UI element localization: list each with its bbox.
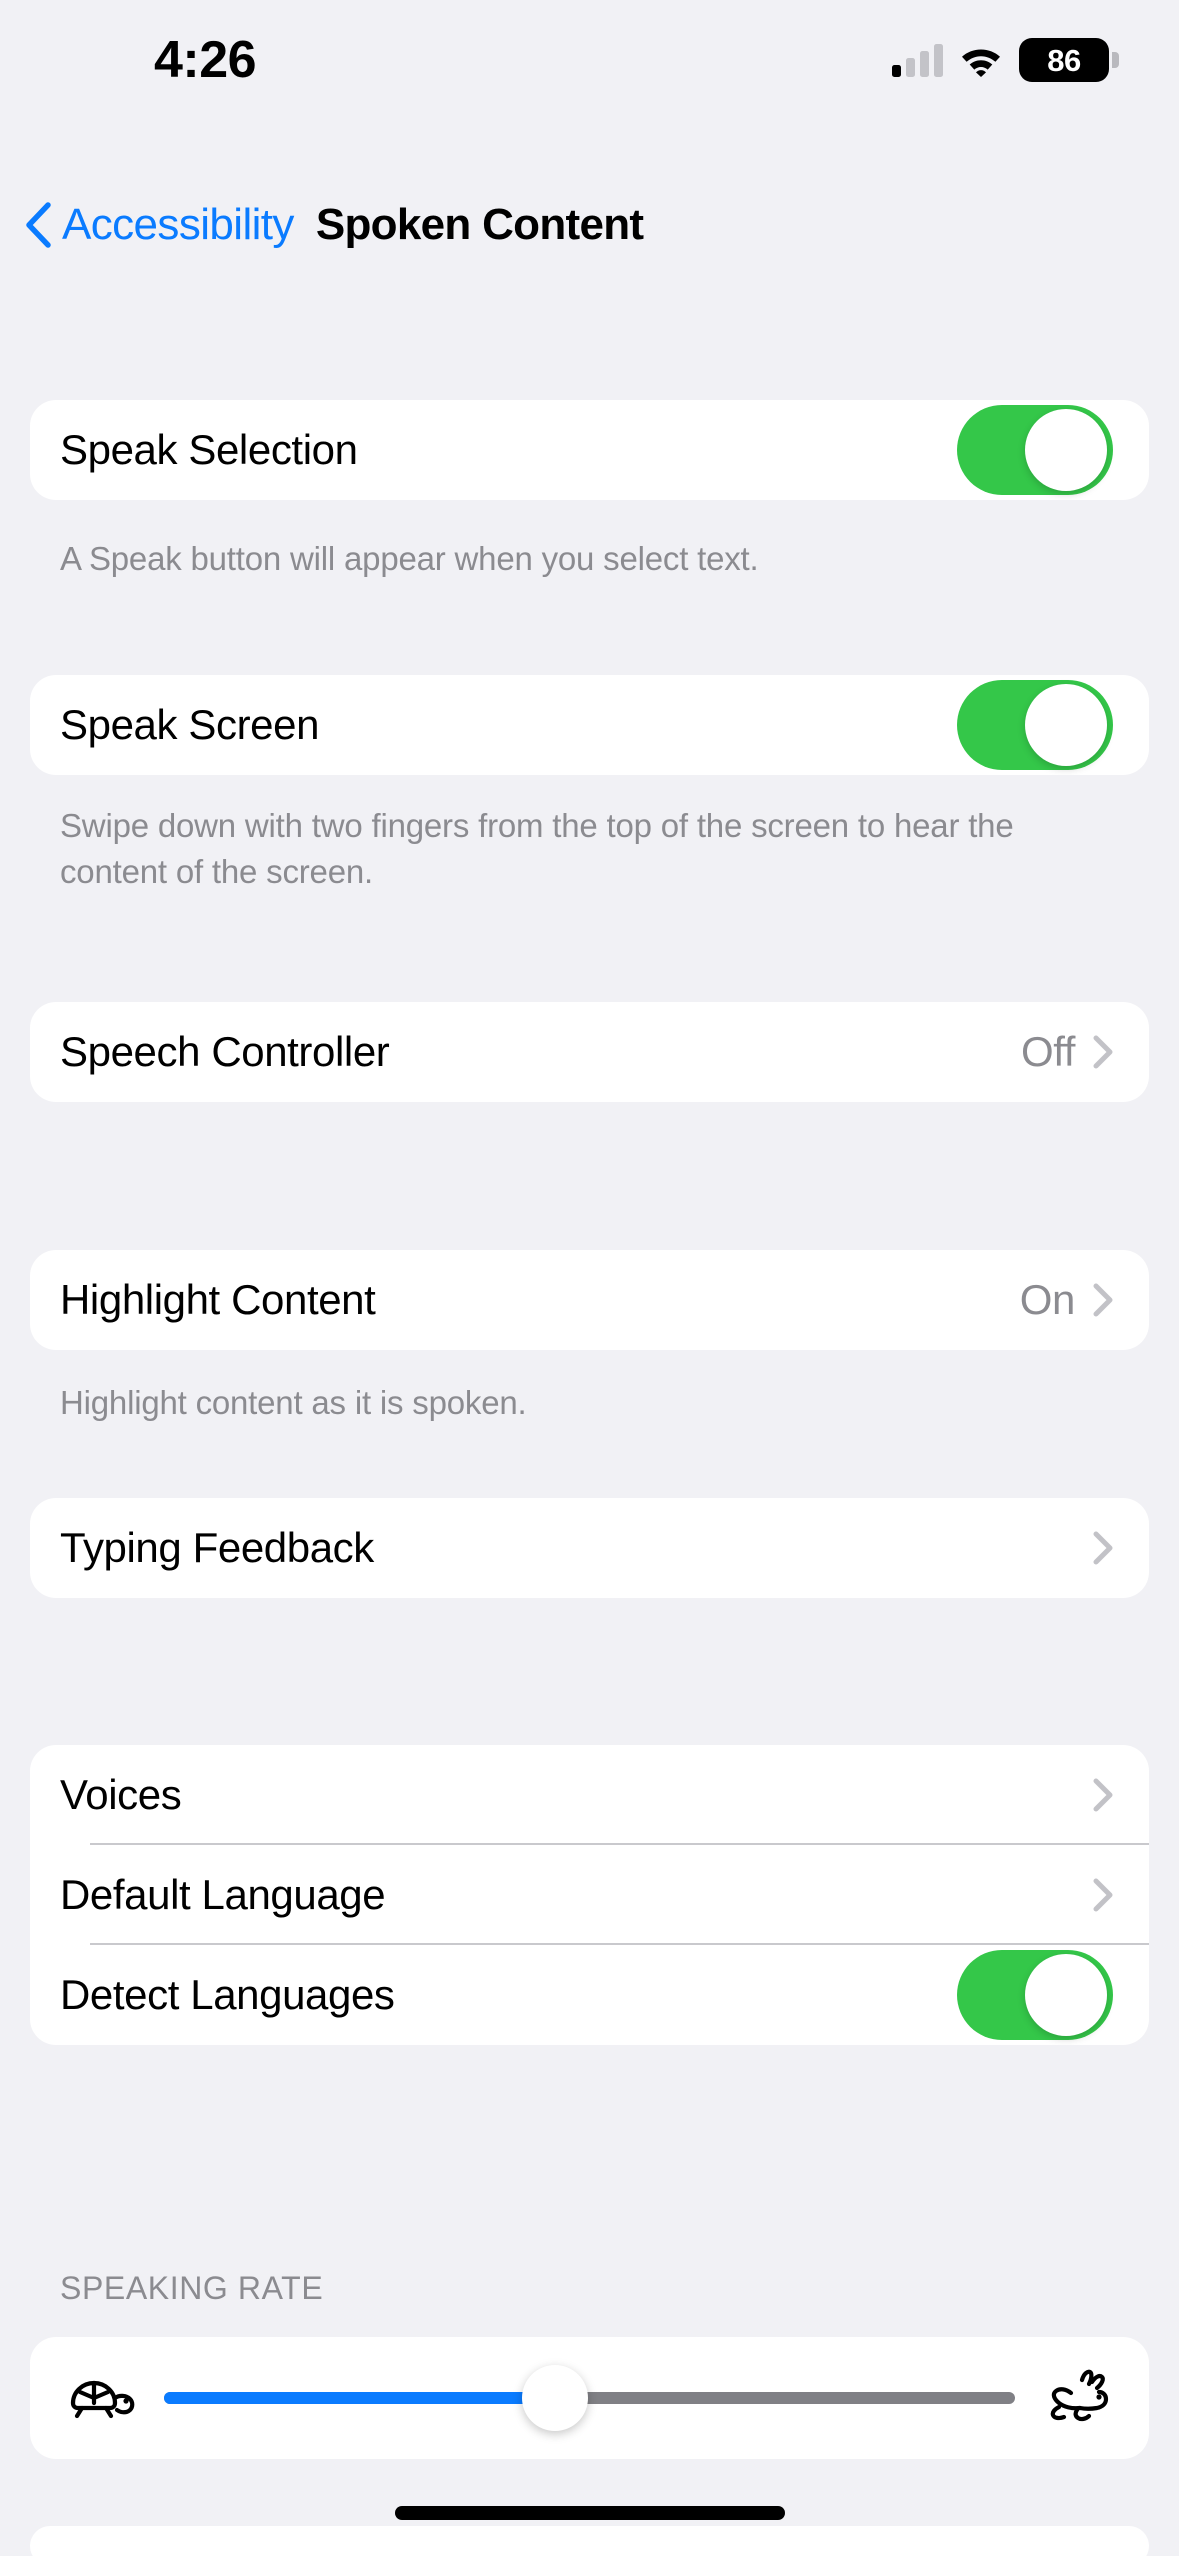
toggle-knob	[1025, 684, 1107, 766]
status-time: 4:26	[153, 31, 257, 89]
section-speech-controller: Speech Controller Off	[30, 1002, 1149, 1102]
back-button[interactable]: Accessibility	[24, 200, 294, 250]
chevron-right-icon	[1093, 1778, 1113, 1812]
status-bar: 4:26 86	[0, 0, 1179, 150]
chevron-right-icon	[1093, 1035, 1113, 1069]
section-speaking-rate	[30, 2337, 1149, 2459]
row-speak-selection[interactable]: Speak Selection	[30, 400, 1149, 500]
row-highlight-content[interactable]: Highlight Content On	[30, 1250, 1149, 1350]
row-label: Speak Selection	[60, 426, 358, 473]
row-detect-languages[interactable]: Detect Languages	[30, 1945, 1149, 2045]
section-speak-selection: Speak Selection	[30, 400, 1149, 500]
slider-knob[interactable]	[522, 2365, 589, 2431]
chevron-right-icon	[1093, 1283, 1113, 1317]
next-section-peek	[30, 2526, 1149, 2556]
rabbit-icon	[1050, 2369, 1109, 2422]
speaking-rate-header: SPEAKING RATE	[60, 2270, 324, 2306]
section-voices: Voices Default Language Detect Languages	[30, 1745, 1149, 2045]
page-title: Spoken Content	[315, 200, 644, 249]
row-label: Detect Languages	[60, 1971, 395, 2018]
section-speak-screen: Speak Screen	[30, 675, 1149, 775]
section-typing-feedback: Typing Feedback	[30, 1498, 1149, 1598]
row-label: Speak Screen	[60, 701, 320, 748]
cellular-bars-icon	[892, 43, 943, 77]
iphone-screen: 4:26 86 Accessibility Spoken Content Spe…	[0, 0, 1179, 2556]
wifi-icon	[962, 49, 1000, 77]
row-speech-controller[interactable]: Speech Controller Off	[30, 1002, 1149, 1102]
row-speak-screen[interactable]: Speak Screen	[30, 675, 1149, 775]
chevron-left-icon	[26, 202, 51, 248]
row-typing-feedback[interactable]: Typing Feedback	[30, 1498, 1149, 1598]
footer-highlight-content: Highlight content as it is spoken.	[60, 1384, 527, 1421]
row-label: Highlight Content	[60, 1276, 376, 1323]
row-value: On	[1019, 1276, 1076, 1323]
toggle-speak-selection[interactable]	[957, 405, 1113, 495]
row-voices[interactable]: Voices	[30, 1745, 1149, 1845]
speaking-rate-slider-row	[30, 2337, 1149, 2459]
back-button-label: Accessibility	[62, 200, 294, 249]
battery-icon: 86	[1019, 38, 1119, 82]
toggle-speak-screen[interactable]	[957, 680, 1113, 770]
row-label: Speech Controller	[60, 1028, 390, 1075]
row-default-language[interactable]: Default Language	[30, 1845, 1149, 1945]
footer-speak-screen: Swipe down with two fingers from the top…	[60, 807, 1014, 890]
section-highlight-content: Highlight Content On	[30, 1250, 1149, 1350]
status-icons: 86	[892, 38, 1119, 82]
footer-speak-selection: A Speak button will appear when you sele…	[60, 540, 759, 577]
toggle-knob	[1025, 409, 1107, 491]
slider-fill	[164, 2392, 556, 2404]
row-value: Off	[1020, 1028, 1075, 1075]
battery-cap	[1112, 52, 1119, 68]
chevron-right-icon	[1093, 1878, 1113, 1912]
speaking-rate-slider[interactable]	[164, 2353, 1015, 2443]
toggle-knob	[1025, 1954, 1107, 2036]
row-label: Voices	[60, 1771, 182, 1818]
row-label: Typing Feedback	[60, 1524, 374, 1571]
home-indicator	[394, 2506, 785, 2520]
toggle-detect-languages[interactable]	[957, 1950, 1113, 2040]
tortoise-icon	[70, 2380, 135, 2419]
battery-percent-label: 86	[1047, 42, 1081, 78]
navigation-bar: Accessibility Spoken Content	[0, 185, 1179, 265]
chevron-right-icon	[1093, 1531, 1113, 1565]
row-label: Default Language	[60, 1871, 386, 1918]
